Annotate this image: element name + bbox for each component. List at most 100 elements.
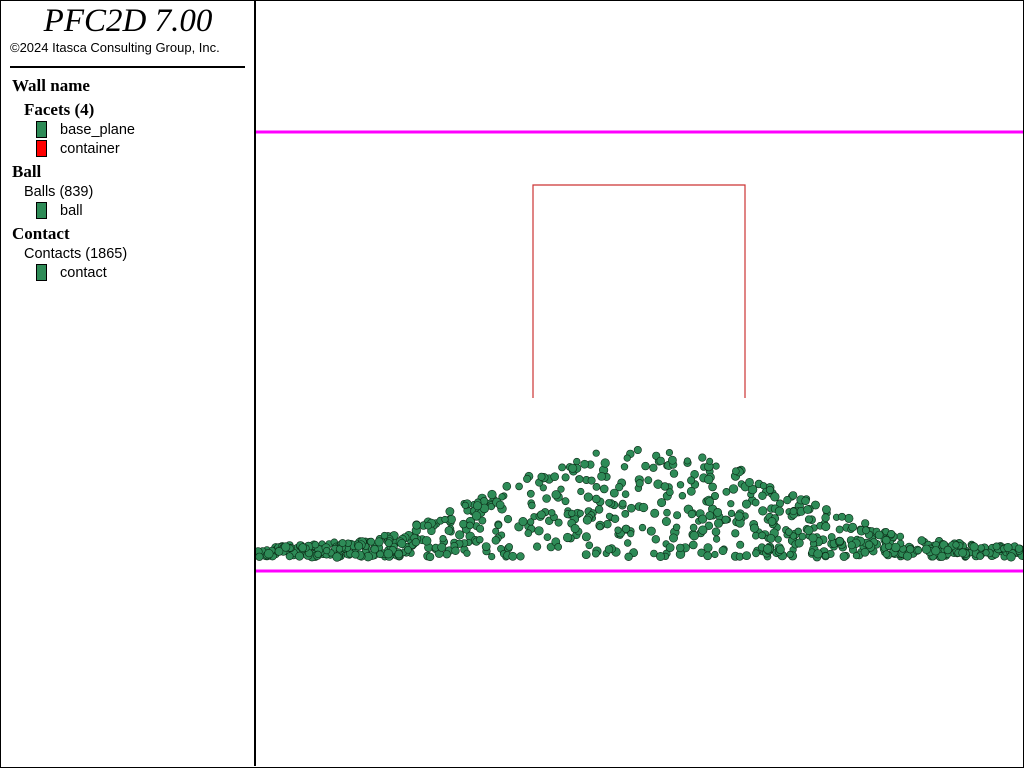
ball: [728, 484, 739, 494]
ball: [397, 538, 407, 548]
ball: [367, 537, 375, 546]
ball: [665, 449, 674, 457]
ball-heading: Ball: [12, 162, 42, 181]
ball: [976, 552, 985, 560]
ball: [698, 525, 708, 535]
ball: [789, 507, 798, 516]
ball: [821, 513, 830, 522]
ball: [698, 453, 707, 462]
ball: [600, 458, 610, 468]
ball: [466, 521, 474, 530]
ball: [610, 514, 620, 523]
ball: [298, 543, 308, 552]
ball: [471, 511, 482, 521]
ball: [558, 463, 566, 472]
ball: [624, 552, 633, 561]
ball: [596, 523, 604, 531]
ball: [495, 500, 505, 510]
ball: [575, 475, 584, 484]
ball: [1006, 552, 1016, 562]
ball: [705, 497, 715, 507]
ball: [844, 513, 854, 523]
facets-heading: Facets (4): [24, 100, 95, 119]
ball: [603, 519, 612, 529]
ball: [860, 547, 870, 557]
ball: [798, 532, 807, 541]
ball: [534, 526, 544, 536]
contact-heading: Contact: [12, 224, 70, 243]
ball: [537, 472, 546, 481]
base-plane-swatch: [36, 121, 47, 138]
ball: [592, 482, 601, 491]
ball: [969, 542, 979, 552]
ball: [528, 501, 536, 510]
ball: [752, 549, 760, 558]
ball: [524, 529, 533, 538]
ball: [770, 492, 780, 502]
legend-item-base-plane: base_plane: [60, 122, 135, 138]
ball: [727, 500, 735, 508]
ball: [451, 546, 460, 555]
ball: [620, 463, 629, 471]
ball: [314, 550, 322, 559]
ball: [686, 486, 696, 496]
ball: [804, 515, 813, 524]
ball: [763, 544, 773, 554]
ball: [542, 494, 551, 503]
ball: [742, 551, 751, 560]
model-scene: [256, 130, 1023, 573]
ball: [338, 539, 347, 547]
ball: [689, 523, 698, 532]
ball: [605, 499, 613, 507]
ball: [635, 479, 644, 488]
ball: [992, 542, 1001, 551]
ball: [852, 551, 861, 560]
ball: [864, 540, 874, 549]
ball: [323, 546, 331, 555]
ball: [604, 545, 614, 554]
ball: [751, 531, 760, 540]
ball: [848, 522, 858, 532]
ball: [821, 522, 831, 532]
ball: [874, 530, 884, 540]
ball: [412, 520, 421, 530]
ball: [758, 491, 767, 500]
ball: [563, 532, 573, 543]
ball: [581, 550, 591, 559]
ball: [669, 469, 679, 478]
ball: [655, 551, 665, 561]
ball: [672, 523, 681, 531]
ball: [808, 533, 818, 543]
ball: [687, 509, 696, 519]
ball: [713, 508, 723, 517]
ball: [422, 536, 432, 546]
ball: [599, 484, 609, 494]
legend-item-contact: contact: [60, 265, 107, 281]
ball: [687, 476, 696, 485]
ball: [370, 544, 379, 554]
ball: [568, 463, 578, 473]
model-viewport[interactable]: [256, 0, 1023, 766]
ball: [721, 515, 730, 524]
ball: [745, 477, 754, 487]
ball: [921, 544, 932, 554]
ball: [537, 510, 546, 520]
ball: [523, 474, 532, 483]
ball: [766, 534, 776, 543]
ball: [561, 497, 570, 506]
ball: [503, 514, 513, 524]
ball: [527, 518, 535, 526]
ball: [937, 551, 947, 561]
ball: [577, 487, 585, 496]
ball: [264, 548, 274, 559]
ball: [476, 524, 485, 533]
ball: [1003, 542, 1013, 552]
ball: [882, 550, 891, 558]
ball: [660, 482, 670, 491]
ball: [835, 536, 844, 546]
ball: [332, 552, 342, 562]
ball: [374, 537, 384, 547]
ball: [734, 511, 744, 521]
ball: [736, 540, 745, 549]
ball: [411, 538, 420, 547]
